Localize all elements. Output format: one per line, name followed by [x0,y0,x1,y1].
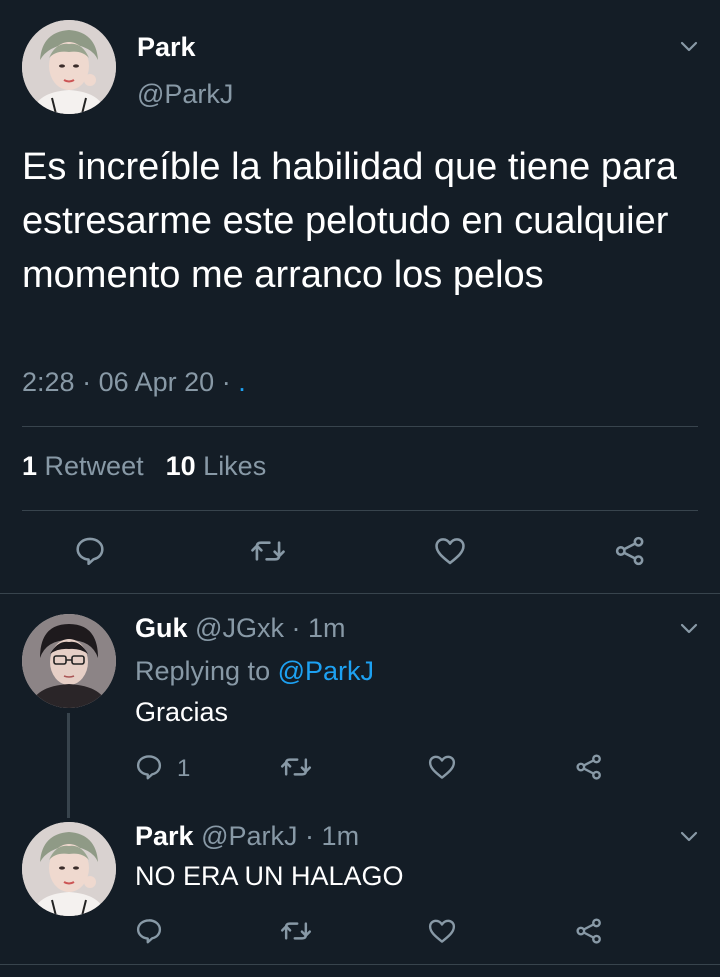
retweet-icon[interactable] [250,534,286,568]
author-handle[interactable]: @ParkJ [201,821,297,851]
separator: · [291,613,301,643]
reply-header: Guk @JGxk · 1m [135,613,346,644]
retweets-count: 1 [22,451,38,481]
reply-icon[interactable] [73,534,107,568]
like-icon[interactable] [432,534,468,568]
share-icon[interactable] [573,916,605,946]
tweet-time: 2:28 [22,367,75,397]
reply-count: 1 [177,755,191,782]
replying-to-label: Replying to [135,656,271,686]
share-icon[interactable] [612,534,648,568]
like-icon[interactable] [426,752,458,782]
divider [22,426,698,427]
author-name[interactable]: Guk [135,613,188,643]
chevron-down-icon[interactable] [678,826,700,848]
divider [22,510,698,511]
tweet-source-link[interactable]: . [238,367,246,397]
reply-time: 1m [307,613,346,643]
share-icon[interactable] [573,752,605,782]
reply-icon[interactable] [134,916,164,946]
retweet-icon[interactable] [280,752,312,782]
avatar[interactable] [22,614,116,708]
likes-label: Likes [203,451,267,481]
tweet-stats: 1 Retweet 10 Likes [22,451,266,482]
reply-text: NO ERA UN HALAGO [135,861,404,891]
retweet-icon[interactable] [280,916,312,946]
reply-time: 1m [321,821,360,851]
author-name[interactable]: Park [137,32,196,63]
retweets-stat[interactable]: 1 Retweet [22,451,144,481]
separator: · [221,367,231,397]
likes-stat[interactable]: 10 Likes [166,451,267,481]
reply-icon[interactable] [134,752,164,782]
reply-text: Gracias [135,697,229,727]
separator: · [82,367,92,397]
replying-to-handle[interactable]: @ParkJ [278,656,374,686]
tweet-detail-page: Park @ParkJ Es increíble la habilidad qu… [0,0,720,977]
like-icon[interactable] [426,916,458,946]
retweets-label: Retweet [44,451,144,481]
reply-header: Park @ParkJ · 1m [135,821,359,852]
separator: · [305,821,315,851]
likes-count: 10 [165,451,196,481]
author-handle[interactable]: @ParkJ [137,79,233,110]
divider [0,964,720,965]
author-name[interactable]: Park [135,821,194,851]
chevron-down-icon[interactable] [678,36,700,58]
avatar[interactable] [22,20,116,114]
tweet-text: Es increíble la habilidad que tiene para… [22,146,677,296]
author-handle[interactable]: @JGxk [195,613,284,643]
thread-line [67,713,70,818]
replying-to: Replying to @ParkJ [135,656,374,687]
tweet-date: 06 Apr 20 [98,367,215,397]
divider [0,593,720,594]
tweet-timestamp[interactable]: 2:28 · 06 Apr 20 · . [22,367,246,398]
chevron-down-icon[interactable] [678,618,700,640]
avatar[interactable] [22,822,116,916]
